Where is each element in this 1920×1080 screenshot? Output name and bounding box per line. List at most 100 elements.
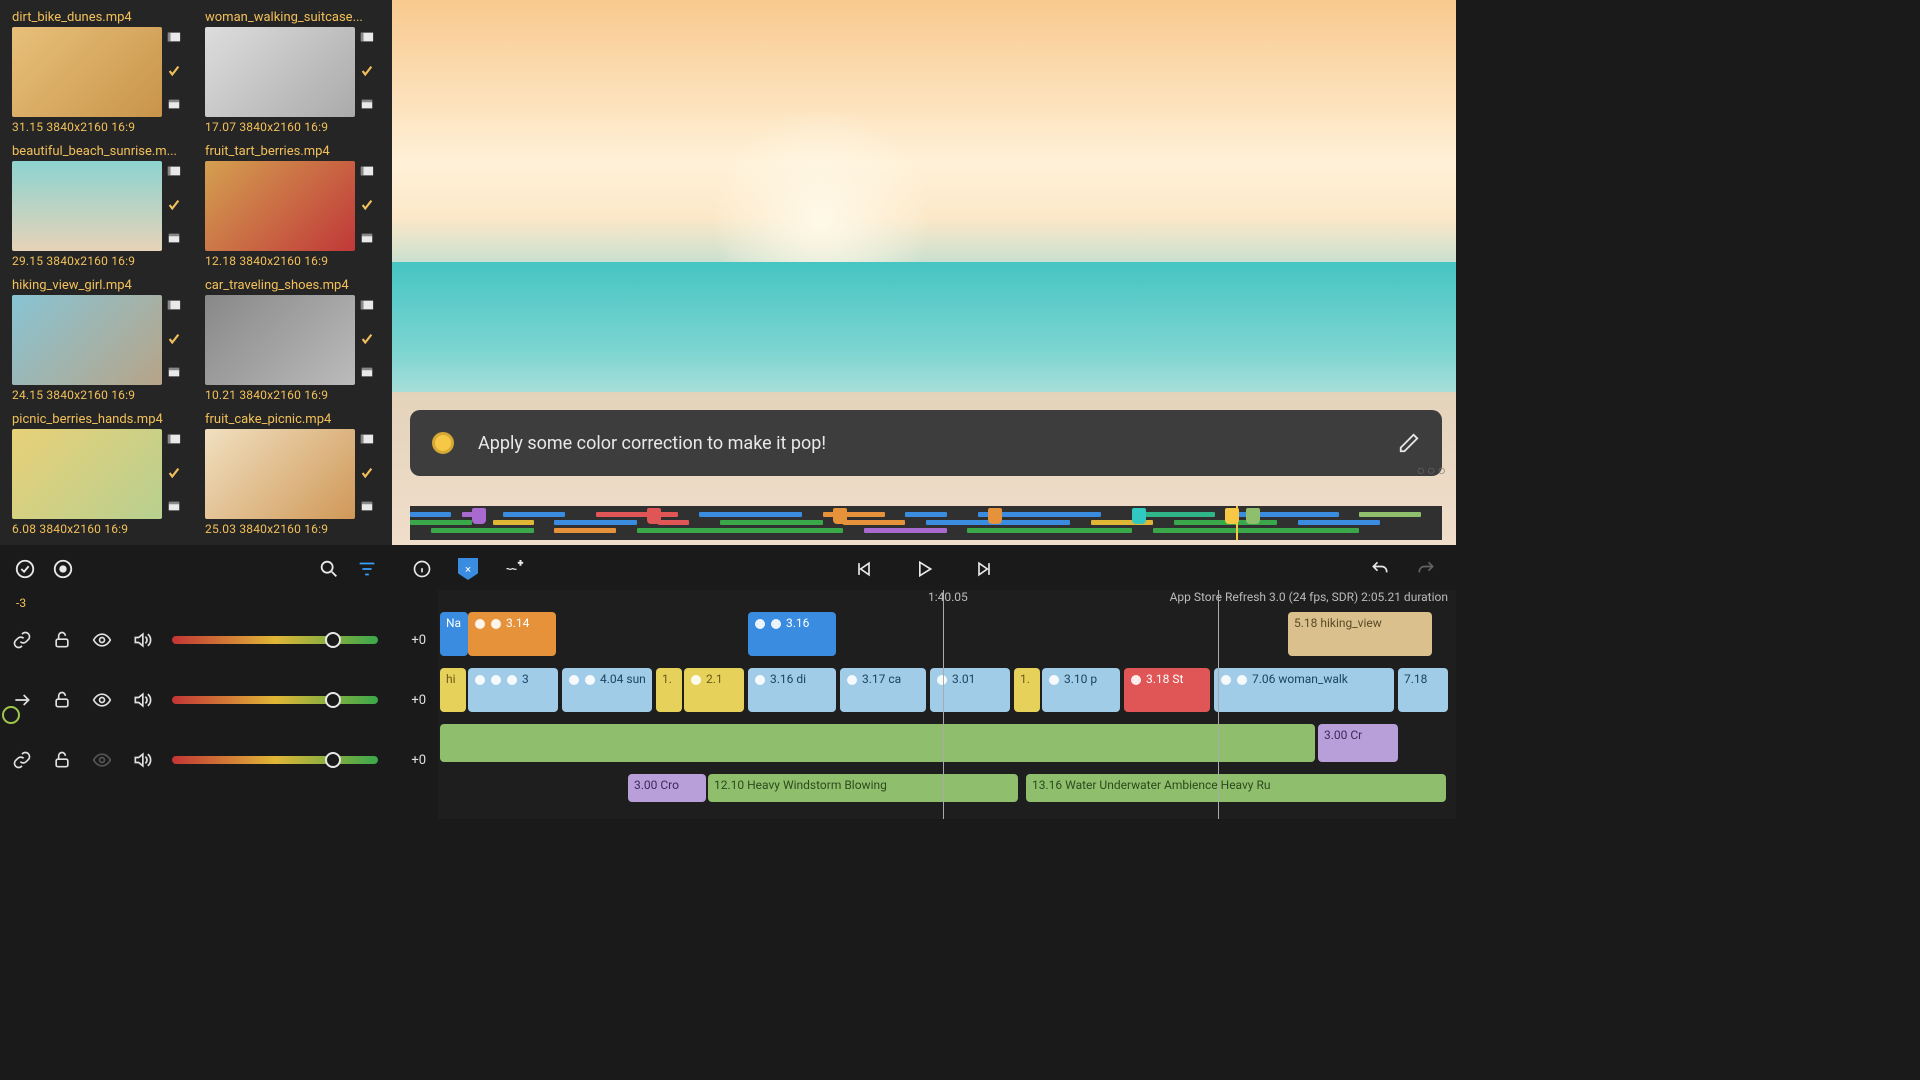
clip-title: picnic_berries_hands.mp4 xyxy=(12,410,187,429)
timeline-marker[interactable] xyxy=(988,508,1002,524)
lock-open-icon[interactable] xyxy=(52,750,72,770)
play-icon[interactable] xyxy=(914,559,934,579)
clip-thumbnail[interactable] xyxy=(12,27,162,117)
timeline-clip[interactable]: 2.1 xyxy=(684,668,744,712)
video-badge-icon xyxy=(167,29,181,48)
media-clip[interactable]: hiking_view_girl.mp4 24.15 3840x2160 16:… xyxy=(12,276,187,402)
volume-value: +0 xyxy=(398,633,426,648)
marker-shield-icon[interactable]: × xyxy=(458,558,478,580)
timeline-overview[interactable] xyxy=(410,506,1442,540)
clip-thumbnail[interactable] xyxy=(12,429,162,519)
timeline-marker[interactable] xyxy=(1132,508,1146,524)
clip-label: 3.17 ca xyxy=(862,672,901,686)
clip-label: 13.16 Water Underwater Ambience Heavy Ru xyxy=(1032,778,1270,792)
skip-end-icon[interactable] xyxy=(974,559,994,579)
eye-icon[interactable] xyxy=(92,750,112,770)
timeline-clip[interactable]: 5.18 hiking_view xyxy=(1288,612,1432,656)
timeline-clip[interactable]: 7.18 xyxy=(1398,668,1448,712)
timeline-marker[interactable] xyxy=(472,508,486,524)
timeline-clip[interactable]: 3.10 p xyxy=(1042,668,1120,712)
volume-slider[interactable] xyxy=(172,756,378,764)
clip-metadata: 25.03 3840x2160 16:9 xyxy=(205,519,380,536)
eye-icon[interactable] xyxy=(92,630,112,650)
playhead-secondary[interactable] xyxy=(1218,590,1219,819)
info-circle-icon[interactable] xyxy=(412,559,432,579)
clip-thumbnail[interactable] xyxy=(205,161,355,251)
timeline-marker[interactable] xyxy=(833,508,847,524)
timeline-tracks[interactable]: 1:40.05 App Store Refresh 3.0 (24 fps, S… xyxy=(438,590,1456,819)
clip-thumbnail[interactable] xyxy=(205,295,355,385)
volume-slider[interactable] xyxy=(172,636,378,644)
timeline-clip[interactable]: 4.04 sun xyxy=(562,668,652,712)
eye-icon[interactable] xyxy=(92,690,112,710)
redo-icon[interactable] xyxy=(1416,559,1436,579)
clip-label: 3.16 xyxy=(786,616,809,630)
media-panel-footer xyxy=(0,548,392,590)
clip-label: 1. xyxy=(662,672,672,686)
timeline-clip[interactable]: 3.16 di xyxy=(748,668,836,712)
record-circle-icon[interactable] xyxy=(52,558,74,580)
media-clip[interactable]: car_traveling_shoes.mp4 10.21 3840x2160 … xyxy=(205,276,380,402)
search-icon[interactable] xyxy=(318,558,340,580)
filter-list-icon[interactable] xyxy=(356,558,378,580)
timeline-clip[interactable]: 13.16 Water Underwater Ambience Heavy Ru xyxy=(1026,774,1446,802)
clip-title: hiking_view_girl.mp4 xyxy=(12,276,187,295)
clip-label: 1. xyxy=(1020,672,1030,686)
media-clip[interactable]: woman_walking_suitcase... 17.07 3840x216… xyxy=(205,8,380,134)
speaker-icon[interactable] xyxy=(132,750,152,770)
playhead[interactable] xyxy=(943,590,944,819)
clip-label: hi xyxy=(446,672,456,686)
media-browser: dirt_bike_dunes.mp4 31.15 3840x2160 16:9… xyxy=(0,0,392,545)
timeline-clip[interactable]: 3.00 Cro xyxy=(628,774,706,802)
timeline: -3 +0 +0 +0 1:40.05 App Store Refresh 3.… xyxy=(0,590,1456,819)
media-clip[interactable]: picnic_berries_hands.mp4 6.08 3840x2160 … xyxy=(12,410,187,536)
more-icon[interactable]: ○○○ xyxy=(1417,462,1448,479)
ripple-add-icon[interactable]: + xyxy=(504,559,524,579)
media-clip[interactable]: dirt_bike_dunes.mp4 31.15 3840x2160 16:9 xyxy=(12,8,187,134)
timeline-clip[interactable]: 3.00 Cr xyxy=(1318,724,1398,762)
timeline-clip[interactable]: 3.18 St xyxy=(1124,668,1210,712)
clip-title: woman_walking_suitcase... xyxy=(205,8,380,27)
db-readout: -3 xyxy=(12,596,426,610)
timeline-clip[interactable]: 3.16 xyxy=(748,612,836,656)
media-clip[interactable]: beautiful_beach_sunrise.m... 29.15 3840x… xyxy=(12,142,187,268)
clip-thumbnail[interactable] xyxy=(205,27,355,117)
timeline-clip[interactable]: 3.01 xyxy=(930,668,1010,712)
timeline-clip[interactable]: 3 xyxy=(468,668,558,712)
timeline-clip[interactable]: 3.14 xyxy=(468,612,556,656)
speaker-icon[interactable] xyxy=(132,630,152,650)
pencil-icon[interactable] xyxy=(1398,432,1420,454)
clip-label: 3.10 p xyxy=(1064,672,1097,686)
volume-slider[interactable] xyxy=(172,696,378,704)
comment-overlay[interactable]: Apply some color correction to make it p… xyxy=(410,410,1442,476)
timeline-clip[interactable] xyxy=(440,724,1315,762)
clip-thumbnail[interactable] xyxy=(12,161,162,251)
clip-label: 3.00 Cro xyxy=(634,778,679,792)
clip-thumbnail[interactable] xyxy=(12,295,162,385)
link-icon[interactable] xyxy=(12,630,32,650)
timeline-clip[interactable]: hi xyxy=(440,668,466,712)
clip-thumbnail[interactable] xyxy=(205,429,355,519)
archive-box-icon xyxy=(167,498,181,517)
archive-box-icon xyxy=(360,498,374,517)
link-icon[interactable] xyxy=(12,750,32,770)
speaker-icon[interactable] xyxy=(132,690,152,710)
archive-box-icon xyxy=(167,230,181,249)
clip-title: fruit_tart_berries.mp4 xyxy=(205,142,380,161)
checkmark-circle-icon[interactable] xyxy=(14,558,36,580)
timeline-clip[interactable]: 1. xyxy=(1014,668,1040,712)
timeline-clip[interactable]: 12.10 Heavy Windstorm Blowing xyxy=(708,774,1018,802)
timeline-clip[interactable]: 1. xyxy=(656,668,682,712)
lock-open-icon[interactable] xyxy=(52,630,72,650)
skip-start-icon[interactable] xyxy=(854,559,874,579)
timeline-marker[interactable] xyxy=(647,508,661,524)
media-clip[interactable]: fruit_cake_picnic.mp4 25.03 3840x2160 16… xyxy=(205,410,380,536)
timeline-marker[interactable] xyxy=(1246,508,1260,524)
timeline-clip[interactable]: 3.17 ca xyxy=(840,668,926,712)
undo-icon[interactable] xyxy=(1370,559,1390,579)
timeline-clip[interactable]: 7.06 woman_walk xyxy=(1214,668,1394,712)
archive-box-icon xyxy=(360,364,374,383)
timeline-clip[interactable]: Na xyxy=(440,612,468,656)
media-clip[interactable]: fruit_tart_berries.mp4 12.18 3840x2160 1… xyxy=(205,142,380,268)
lock-open-icon[interactable] xyxy=(52,690,72,710)
